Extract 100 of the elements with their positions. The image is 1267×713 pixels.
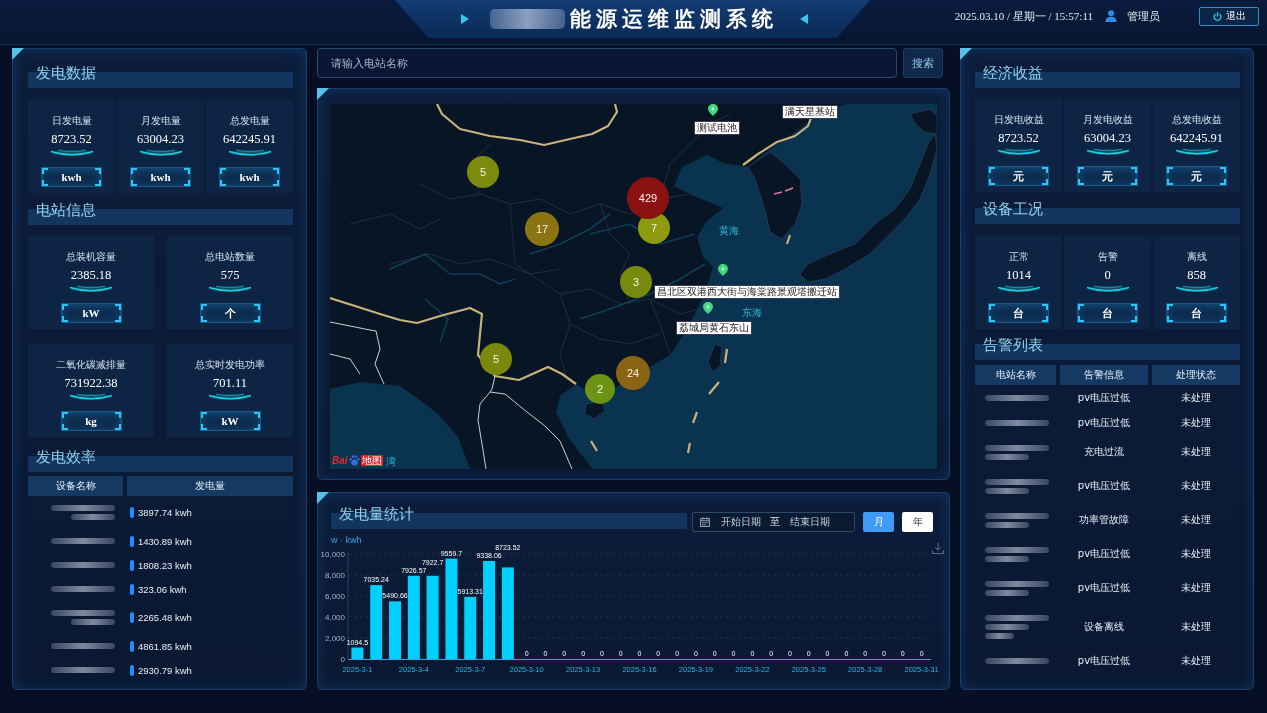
unit-label: kW: [199, 411, 261, 431]
section-title: 发电数据: [28, 64, 293, 88]
pedestal-icon: [1173, 284, 1220, 293]
stat-value: 63004.23: [1084, 131, 1131, 146]
value-marker-icon: [130, 507, 134, 518]
map-pin-icon[interactable]: [708, 104, 718, 116]
pedestal-icon: [207, 392, 253, 401]
stat-value: 575: [220, 268, 240, 283]
corner-triangle-icon: [317, 88, 329, 100]
stat-value: 1014: [1006, 268, 1031, 283]
value-marker-icon: [130, 583, 134, 595]
column-header: 电站名称: [975, 365, 1056, 385]
energy-value: 1430.89 kwh: [138, 535, 192, 547]
paw-icon: [348, 455, 360, 466]
station-label[interactable]: 荔城局黄石东山: [676, 321, 752, 335]
pedestal-icon: [48, 148, 95, 157]
energy-value: 2930.79 kwh: [138, 664, 192, 676]
alarm-status: 未处理: [1180, 581, 1212, 595]
map-pin-icon[interactable]: [718, 264, 728, 276]
stat-value: 0: [1104, 268, 1111, 283]
download-icon[interactable]: [932, 542, 944, 554]
stat-value: 731922.38: [64, 376, 118, 391]
bar: [464, 596, 477, 659]
section-title: 设备工况: [975, 200, 1240, 224]
triangle-icon: [800, 14, 808, 24]
station-label[interactable]: 满天星基站: [782, 105, 838, 119]
period-tab[interactable]: 年: [902, 512, 933, 532]
alarm-status: 未处理: [1180, 513, 1212, 527]
sea-label: 黄海: [719, 225, 739, 236]
sea-label: 湾: [386, 456, 396, 467]
unit-label: 元: [1077, 166, 1138, 186]
alarm-message: pv电压过低: [1076, 390, 1132, 405]
unit-label: 台: [1166, 303, 1227, 323]
alarm-message: pv电压过低: [1076, 479, 1132, 493]
energy-value: 4861.85 kwh: [138, 640, 192, 652]
corner-triangle-icon: [960, 48, 972, 60]
column-header: 处理状态: [1152, 365, 1240, 385]
corner-triangle-icon: [12, 48, 24, 60]
unit-label: 台: [1077, 303, 1138, 323]
pedestal-icon: [137, 148, 184, 157]
stat-label: 总发电收益: [1171, 114, 1222, 126]
pedestal-icon: [1084, 147, 1131, 156]
station-label[interactable]: 测试电池: [694, 121, 740, 135]
unit-label: 台: [988, 303, 1049, 323]
alarm-message: pv电压过低: [1076, 581, 1132, 595]
user-icon: [1105, 10, 1117, 22]
station-label[interactable]: 昌北区双港西大街与海棠路景观塔搬迁站: [654, 285, 840, 299]
stat-label: 日发电量: [51, 115, 92, 127]
stat-value: 2385.18: [70, 268, 112, 283]
alarm-status: 未处理: [1180, 445, 1212, 459]
column-header: 发电量: [127, 476, 293, 496]
stat-label: 月发电量: [140, 115, 181, 127]
app-title: 能源运维监测系统: [570, 6, 778, 32]
value-marker-icon: [130, 559, 134, 571]
pedestal-icon: [1084, 284, 1131, 293]
pedestal-icon: [226, 148, 273, 157]
bar: [389, 601, 401, 659]
energy-value: 1808.23 kwh: [138, 559, 192, 571]
y-axis-label: 10,000: [320, 550, 345, 559]
stat-value: 8723.52: [51, 132, 92, 147]
pedestal-icon: [68, 392, 114, 401]
corner-triangle-icon: [317, 492, 329, 504]
unit-label: kwh: [219, 167, 280, 187]
stat-value: 63004.23: [137, 132, 184, 147]
stat-label: 总发电量: [229, 115, 270, 127]
stat-label: 总电站数量: [205, 251, 255, 263]
section-title: 发电量统计: [331, 505, 687, 529]
alarm-status: 未处理: [1180, 653, 1212, 668]
unit-label: kwh: [130, 167, 191, 187]
search-button[interactable]: 搜索: [903, 48, 943, 78]
triangle-icon: [461, 14, 469, 24]
stat-label: 总实时发电功率: [195, 359, 265, 371]
end-date-input[interactable]: 结束日期: [790, 515, 830, 529]
alarm-status: 未处理: [1180, 479, 1212, 493]
date-range-field[interactable]: 开始日期 至 结束日期: [692, 512, 855, 532]
user-name: 管理员: [1127, 8, 1160, 24]
energy-value: 2265.48 kwh: [138, 612, 192, 623]
sea-label: 东海: [742, 307, 762, 318]
column-header: 告警信息: [1060, 365, 1148, 385]
unit-label: kwh: [41, 167, 102, 187]
alarm-message: 设备离线: [1083, 619, 1125, 634]
stat-label: 二氧化碳减排量: [56, 359, 126, 371]
range-separator: 至: [770, 515, 780, 529]
section-title: 经济收益: [975, 64, 1240, 88]
alarm-message: 功率管故障: [1078, 513, 1130, 527]
start-date-input[interactable]: 开始日期: [721, 515, 761, 529]
search-field[interactable]: 请输入电站名称: [317, 48, 897, 78]
stat-value: 642245.91: [1169, 131, 1224, 146]
land-shape: [707, 343, 723, 373]
y-axis-label: 4,000: [324, 613, 345, 622]
logout-button[interactable]: 退出: [1199, 6, 1259, 26]
unit-label: 元: [988, 166, 1049, 186]
stat-label: 正常: [1008, 251, 1029, 263]
alarm-status: 未处理: [1180, 547, 1212, 561]
alarm-status: 未处理: [1180, 390, 1212, 405]
bar: [351, 647, 364, 659]
section-title: 电站信息: [28, 201, 293, 225]
map-pin-icon[interactable]: [703, 302, 713, 314]
stat-value: 858: [1187, 268, 1206, 283]
unit-label: kg: [60, 411, 122, 431]
